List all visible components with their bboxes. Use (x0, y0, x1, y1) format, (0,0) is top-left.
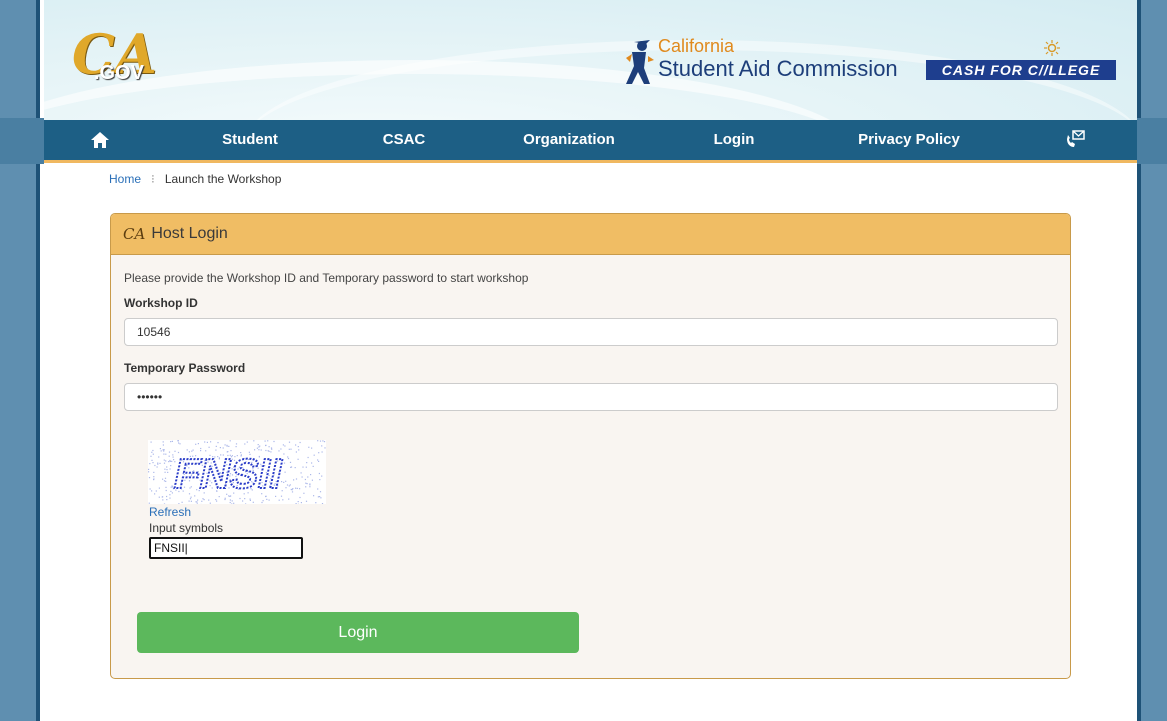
panel-title: Host Login (151, 225, 228, 242)
panel-header: CA Host Login (111, 214, 1070, 255)
breadcrumb-home[interactable]: Home (109, 172, 141, 186)
login-button[interactable]: Login (137, 612, 579, 653)
main-nav: Student CSAC Organization Login Privacy … (44, 120, 1137, 163)
captcha-refresh-link[interactable]: Refresh (149, 505, 191, 519)
breadcrumb-separator: ⁝ (151, 172, 155, 186)
nav-csac[interactable]: CSAC (374, 120, 434, 160)
nav-login[interactable]: Login (704, 120, 764, 160)
right-frame (1137, 0, 1167, 721)
nav-organization[interactable]: Organization (514, 120, 624, 160)
right-band (1137, 118, 1167, 164)
breadcrumb: Home ⁝ Launch the Workshop (109, 172, 281, 186)
nav-privacy-policy[interactable]: Privacy Policy (844, 120, 974, 160)
instructions-text: Please provide the Workshop ID and Tempo… (124, 271, 529, 285)
left-band (0, 118, 44, 164)
nav-student[interactable]: Student (210, 120, 290, 160)
csac-logo[interactable]: California Student Aid Commission (620, 36, 930, 88)
captcha-input[interactable]: FNSII| (149, 537, 303, 559)
workshop-id-label: Workshop ID (124, 296, 198, 310)
cash-for-college-logo[interactable]: CASH FOR C//LLEGE (926, 60, 1116, 80)
csac-logo-line1: California (658, 36, 735, 56)
workshop-id-input[interactable]: 10546 (124, 318, 1058, 346)
temporary-password-input[interactable]: •••••• (124, 383, 1058, 411)
breadcrumb-current: Launch the Workshop (164, 172, 282, 186)
host-login-panel: CA Host Login Please provide the Worksho… (110, 213, 1071, 679)
site-header: CA .GOV California Student Aid Commissio… (44, 0, 1137, 120)
captcha-image: FNSII (148, 440, 326, 504)
input-symbols-label: Input symbols (149, 521, 224, 535)
sun-icon (1044, 40, 1060, 56)
csac-logo-line2: Student Aid Commission (658, 56, 898, 81)
captcha-text: FNSII (170, 450, 287, 496)
left-frame (0, 0, 40, 721)
phone-mail-icon[interactable] (1065, 129, 1085, 149)
graduate-figure-icon (626, 40, 654, 84)
temporary-password-label: Temporary Password (124, 361, 246, 375)
ca-gov-logo[interactable]: CA .GOV (72, 22, 157, 88)
home-icon[interactable] (90, 130, 110, 150)
ca-mini-logo: CA (123, 225, 146, 243)
